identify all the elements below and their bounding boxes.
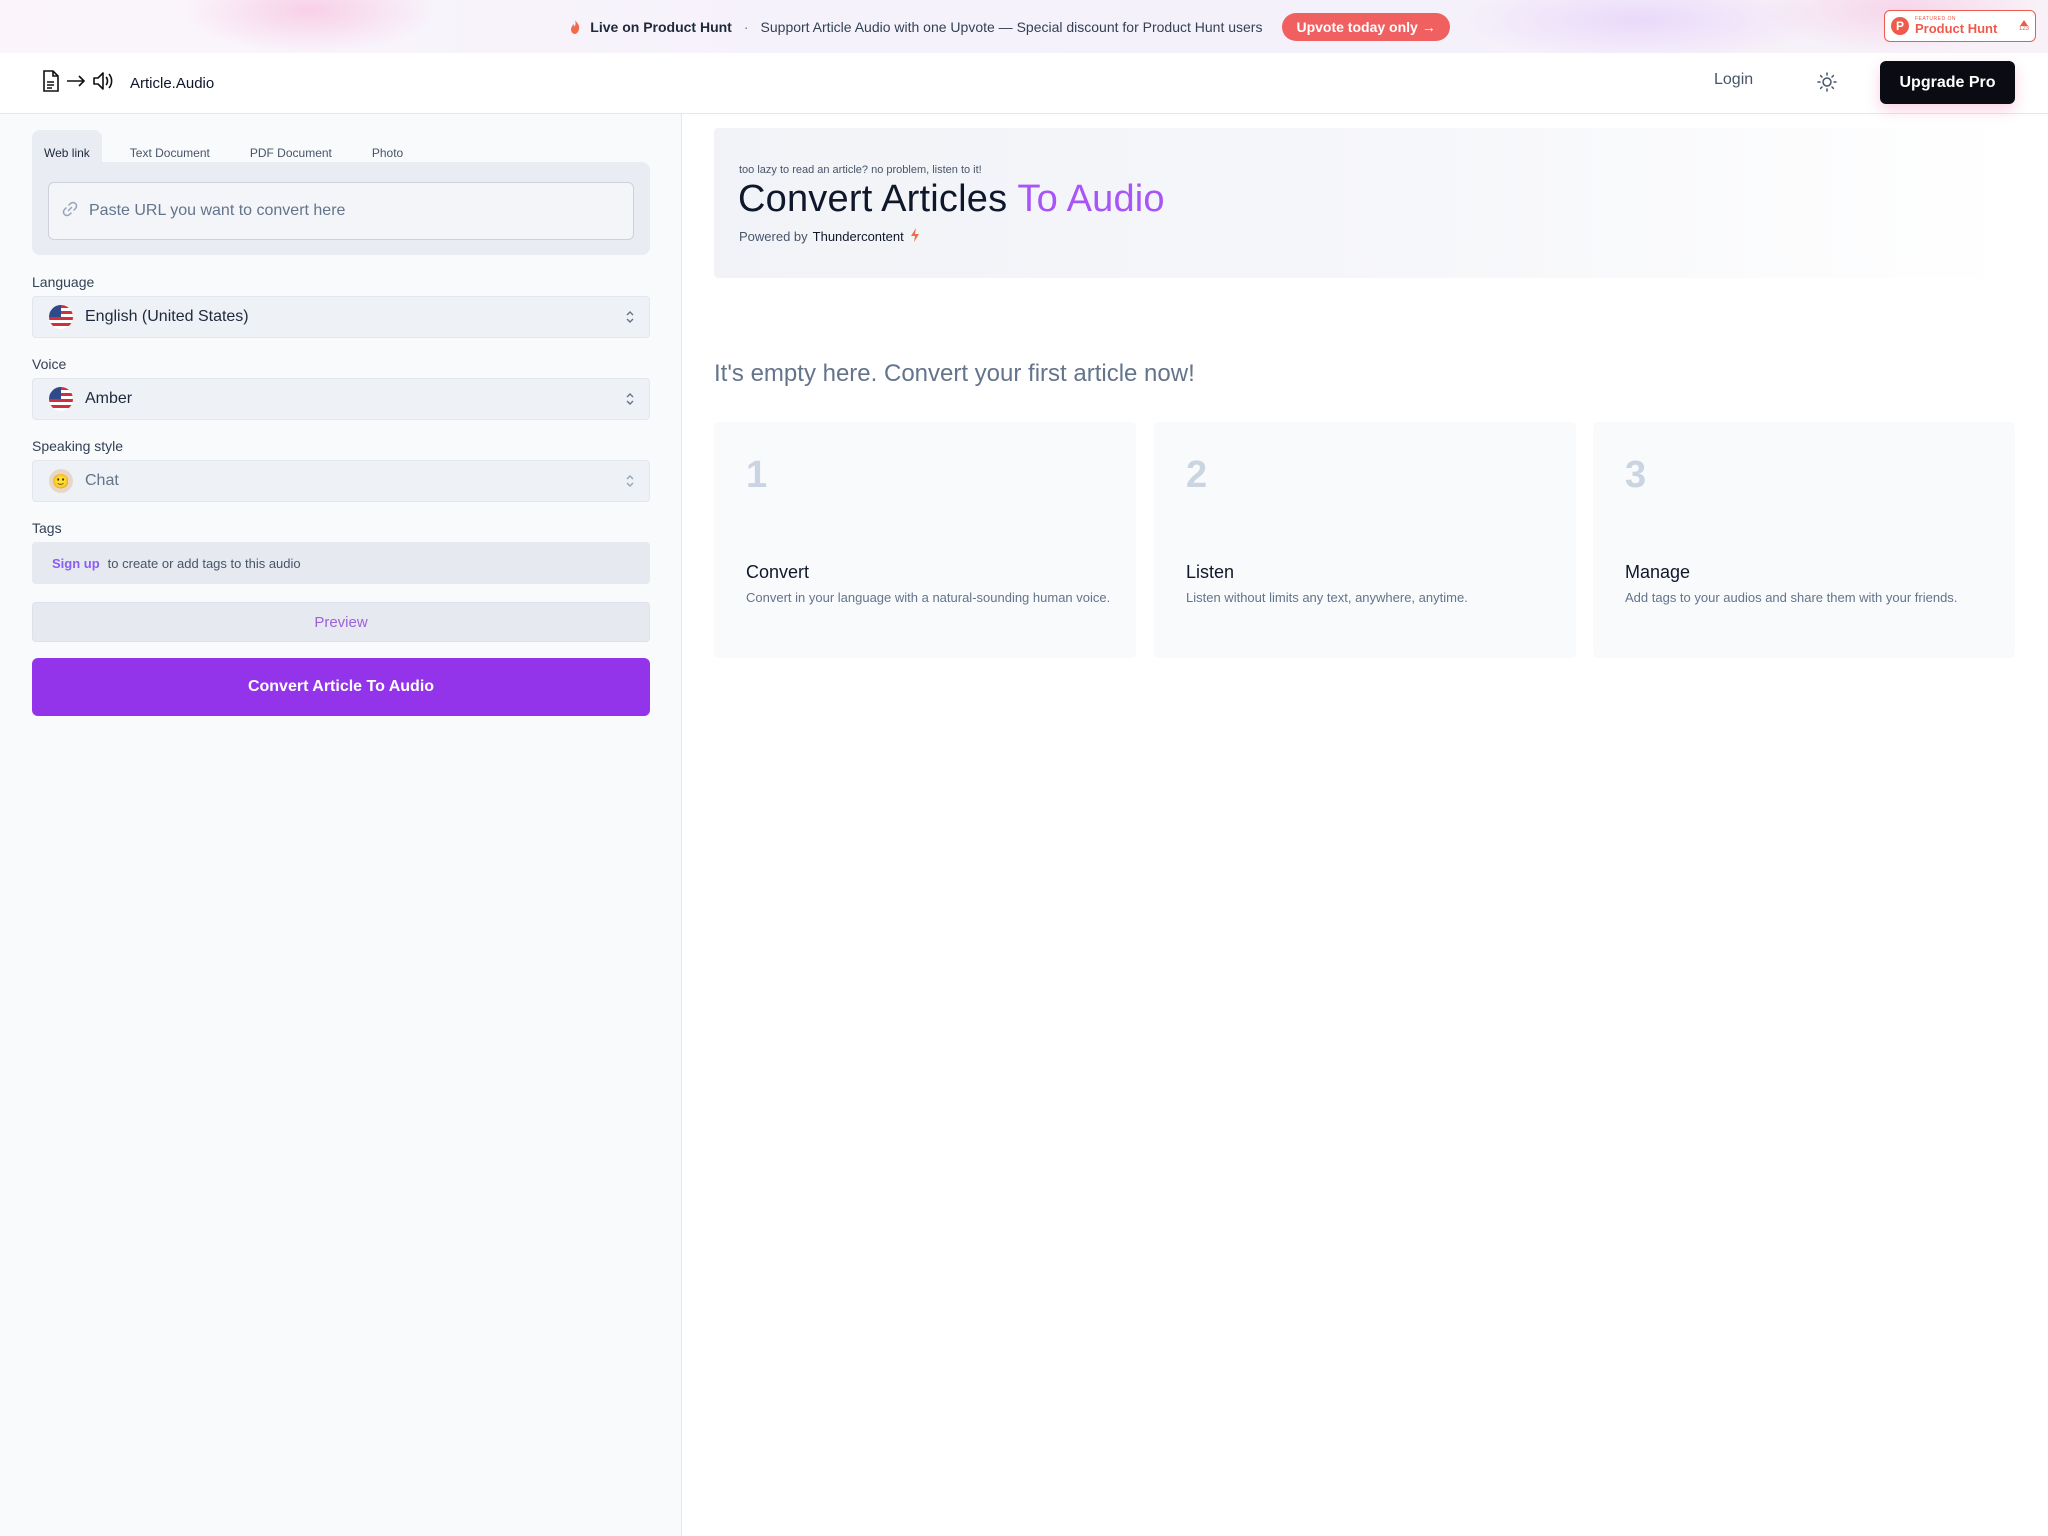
chevron-up-down-icon (625, 473, 635, 494)
language-label: Language (32, 274, 95, 290)
web-link-panel (32, 162, 650, 255)
convert-article-button[interactable]: Convert Article To Audio (32, 658, 650, 716)
lightning-icon (909, 228, 921, 245)
voice-select[interactable]: Amber (32, 378, 650, 420)
chevron-up-down-icon (625, 391, 635, 412)
badge-vote-count: 123 (2018, 26, 2029, 32)
url-field[interactable] (48, 182, 634, 240)
brand-logo[interactable]: Article.Audio (42, 70, 214, 97)
us-flag-icon (49, 387, 73, 411)
tags-hint: to create or add tags to this audio (107, 555, 301, 571)
speaking-style-select[interactable]: 🙂 Chat (32, 460, 650, 502)
step-title: Convert (746, 562, 810, 582)
product-hunt-badge[interactable]: P FEATURED ON Product Hunt 123 (1884, 10, 2036, 42)
product-hunt-logo-icon: P (1891, 17, 1909, 35)
chat-style-emoji-icon: 🙂 (49, 469, 73, 493)
upvote-button[interactable]: Upvote today only → (1282, 12, 1450, 41)
badge-product-hunt-label: Product Hunt (1915, 21, 1998, 36)
powered-by-brand[interactable]: Thundercontent (813, 229, 904, 244)
sun-icon (1817, 71, 1837, 95)
banner-separator: · (743, 18, 749, 35)
announcement-banner: Live on Product Hunt · Support Article A… (0, 0, 2048, 53)
link-icon (61, 200, 79, 223)
step-number: 1 (746, 454, 768, 496)
banner-live-text: Live on Product Hunt (590, 18, 732, 35)
brand-name: Article.Audio (130, 75, 215, 92)
badge-votes: 123 (2019, 20, 2029, 32)
banner-content: Live on Product Hunt · Support Article A… (568, 12, 1450, 41)
upgrade-pro-button[interactable]: Upgrade Pro (1880, 61, 2015, 104)
fire-icon (568, 19, 582, 35)
step-card-convert: 1 Convert Convert in your language with … (714, 422, 1136, 658)
step-card-listen: 2 Listen Listen without limits any text,… (1154, 422, 1576, 658)
document-icon (42, 70, 60, 97)
empty-state-message: It's empty here. Convert your first arti… (714, 360, 1195, 387)
title-main: Convert Articles (738, 178, 1008, 220)
step-description: Add tags to your audios and share them w… (1625, 590, 1958, 605)
page-title: Convert Articles To Audio (738, 178, 1165, 221)
arrow-right-icon (66, 74, 86, 93)
speaking-style-value: Chat (85, 472, 119, 489)
converter-sidebar: Web link Text Document PDF Document Phot… (0, 114, 682, 1536)
step-card-manage: 3 Manage Add tags to your audios and sha… (1593, 422, 2015, 658)
step-description: Convert in your language with a natural-… (746, 590, 1111, 605)
tags-label: Tags (32, 520, 62, 536)
banner-message: Support Article Audio with one Upvote — … (760, 18, 1263, 35)
url-input[interactable] (89, 202, 609, 220)
signup-link[interactable]: Sign up (52, 556, 100, 571)
us-flag-icon (49, 305, 73, 329)
language-select[interactable]: English (United States) (32, 296, 650, 338)
powered-by: Powered by Thundercontent (739, 228, 921, 245)
top-header: Article.Audio Login Upgrade Pro (0, 53, 2048, 114)
login-button[interactable]: Login (1714, 71, 1753, 89)
tags-field: Sign up to create or add tags to this au… (32, 542, 650, 584)
step-title: Manage (1625, 562, 1691, 582)
voice-value: Amber (85, 390, 133, 407)
powered-by-label: Powered by (739, 229, 808, 244)
speaker-icon (92, 71, 114, 96)
step-number: 2 (1186, 454, 1208, 496)
step-number: 3 (1625, 454, 1647, 496)
step-title: Listen (1186, 562, 1235, 582)
title-accent: To Audio (1017, 178, 1165, 220)
voice-label: Voice (32, 356, 67, 372)
chevron-up-down-icon (625, 309, 635, 330)
speaking-style-label: Speaking style (32, 438, 124, 454)
theme-toggle-button[interactable] (1815, 71, 1839, 95)
hero-kicker: too lazy to read an article? no problem,… (739, 164, 982, 176)
preview-button[interactable]: Preview (32, 602, 650, 642)
step-description: Listen without limits any text, anywhere… (1186, 590, 1468, 605)
hero-card: too lazy to read an article? no problem,… (714, 128, 2016, 278)
language-value: English (United States) (85, 308, 249, 325)
